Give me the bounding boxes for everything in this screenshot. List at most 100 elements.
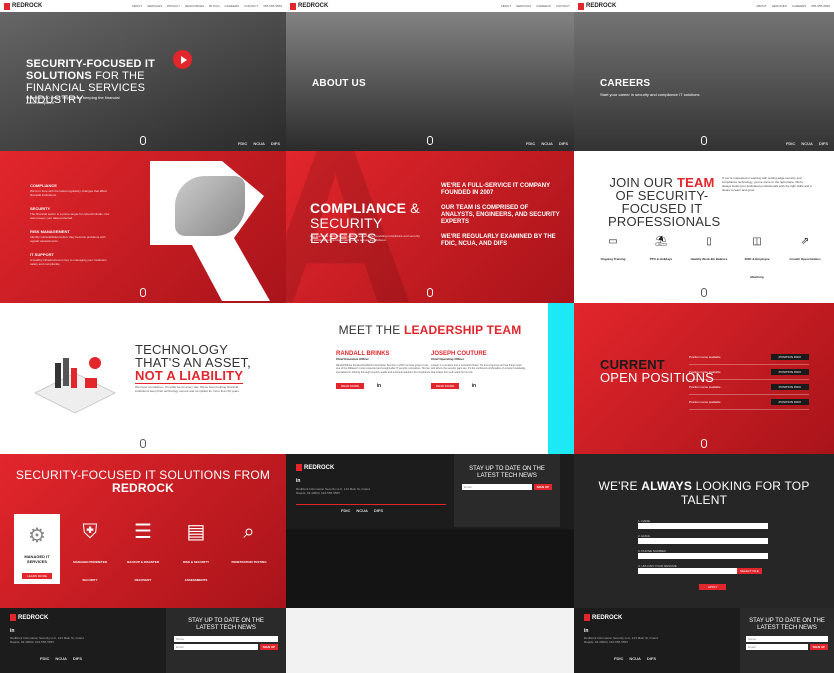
select-file-button[interactable]: SELECT FILE xyxy=(737,568,762,574)
signup-button[interactable]: SIGN UP xyxy=(533,484,552,490)
nav-services[interactable]: SERVICES xyxy=(147,4,162,8)
newsletter-form: Email SIGN UP xyxy=(746,644,828,650)
nav-contact[interactable]: CONTACT xyxy=(556,4,570,8)
scroll-mouse-icon[interactable] xyxy=(701,288,707,297)
nav-links: ABOUT SERVICES CAREERS 555-555-5555 xyxy=(756,4,830,8)
phone-input[interactable] xyxy=(638,553,768,559)
position-row: Position name available POSITION INFO xyxy=(689,350,809,365)
logo[interactable]: REDROCK xyxy=(4,2,42,10)
logo-mark-icon xyxy=(4,2,10,10)
position-name: Position name available xyxy=(689,370,721,374)
service-text: We're in tune with the latest regulatory… xyxy=(30,189,108,197)
learn-more-button[interactable]: LEARN MORE xyxy=(22,573,52,579)
nav-contact[interactable]: CONTACT xyxy=(244,4,258,8)
name-field[interactable]: Name xyxy=(174,636,278,642)
benefit-label: PTO & Holidays xyxy=(649,257,673,261)
position-info-button[interactable]: POSITION INFO xyxy=(770,384,809,390)
position-info-button[interactable]: POSITION INFO xyxy=(770,399,809,405)
footer-logo[interactable]: REDROCK xyxy=(584,614,622,621)
email-field[interactable]: Email xyxy=(174,644,258,650)
newsletter-form: Email SIGN UP xyxy=(174,644,278,650)
linkedin-icon[interactable]: in xyxy=(377,383,381,389)
signup-button[interactable]: SIGN UP xyxy=(259,644,278,650)
tech-title: TECHNOLOGY THAT'S AN ASSET, NOT A LIABILI… xyxy=(135,343,275,384)
title-part: LOOKING FOR TOP TALENT xyxy=(680,479,810,507)
nav-services[interactable]: SERVICES xyxy=(772,4,787,8)
compliance-section: A COMPLIANCE & SECURITY EXPERTS Our team … xyxy=(286,151,574,303)
about-hero: REDROCK ABOUT SERVICES CAREERS CONTACT ABOU… xyxy=(286,0,574,151)
shield-icon: ⛨ xyxy=(82,521,98,543)
linkedin-icon[interactable]: in xyxy=(296,478,300,484)
logo-text: REDROCK xyxy=(304,464,335,471)
beach-icon: ⛱ xyxy=(654,236,668,247)
name-input[interactable] xyxy=(638,523,768,529)
tech-section: TECHNOLOGY THAT'S AN ASSET, NOT A LIABILI… xyxy=(0,303,286,454)
logo[interactable]: REDROCK xyxy=(578,2,617,10)
scroll-mouse-icon[interactable] xyxy=(701,136,707,145)
nav-careers[interactable]: CAREERS xyxy=(225,4,240,8)
solution-card[interactable]: ☰ BACKUP & DISASTER RECOVERY xyxy=(120,514,166,586)
growth-icon: ⇗ xyxy=(800,236,810,247)
footer-home: REDROCK in RedRock Information Security … xyxy=(0,608,286,673)
email-field[interactable]: Email xyxy=(462,484,532,490)
service-title: RISK MANAGEMENT xyxy=(30,229,70,234)
email-input[interactable] xyxy=(638,538,768,544)
nav-about[interactable]: ABOUT xyxy=(756,4,766,8)
nav-links: ABOUT SERVICES PRIVACY RESOURCES BLOGS C… xyxy=(132,4,282,8)
scroll-mouse-icon[interactable] xyxy=(427,136,433,145)
logo-text: REDROCK xyxy=(298,3,329,9)
position-info-button[interactable]: POSITION INFO xyxy=(770,354,809,360)
apply-button[interactable]: APPLY xyxy=(699,584,727,590)
scroll-mouse-icon[interactable] xyxy=(427,288,433,297)
solution-card[interactable]: ⌕ PENETRATION TESTING xyxy=(226,514,272,586)
scroll-mouse-icon[interactable] xyxy=(140,439,146,448)
footer-bottom xyxy=(286,529,574,608)
scroll-mouse-icon[interactable] xyxy=(140,288,146,297)
nav-resources[interactable]: RESOURCES xyxy=(185,4,204,8)
linkedin-icon[interactable]: in xyxy=(584,628,588,634)
nav-blogs[interactable]: BLOGS xyxy=(209,4,219,8)
solution-card[interactable]: ▤ RISK & SECURITY ASSESSMENTS xyxy=(173,514,219,586)
nav-about[interactable]: ABOUT xyxy=(501,4,511,8)
resume-input[interactable] xyxy=(638,568,738,574)
page-title: ABOUT US xyxy=(312,78,366,89)
footer-logo[interactable]: REDROCK xyxy=(10,614,48,621)
play-video-button[interactable] xyxy=(173,50,192,69)
solution-label: MANAGED PERIMETER SECURITY xyxy=(73,560,107,582)
name-field[interactable]: Name xyxy=(746,636,828,642)
linkedin-icon[interactable]: in xyxy=(472,383,476,389)
email-field[interactable]: Email xyxy=(746,644,808,650)
signup-button[interactable]: SIGN UP xyxy=(809,644,828,650)
footer-logo[interactable]: REDROCK xyxy=(296,464,334,471)
leader-role: Chief Operating Officer xyxy=(431,357,465,361)
positions-list: Position name available POSITION INFO Pos… xyxy=(689,350,809,410)
read-more-button[interactable]: READ MORE xyxy=(336,383,365,390)
nav-careers[interactable]: CAREERS xyxy=(792,4,807,8)
title-part: LATEST TECH NEWS xyxy=(477,473,537,479)
phone-field: 3. PHONE NUMBER xyxy=(638,549,768,559)
logo[interactable]: REDROCK xyxy=(290,2,329,10)
nav-privacy[interactable]: PRIVACY xyxy=(167,4,180,8)
benefit-item: ◫ 401K & Employee Matching xyxy=(738,236,776,283)
nav-about[interactable]: ABOUT xyxy=(132,4,142,8)
nav-services[interactable]: SERVICES xyxy=(516,4,531,8)
footer-address: RedRock Information Security LLC, 123 Ma… xyxy=(10,636,84,644)
benefit-item: ▭ Ongoing Training xyxy=(594,236,632,283)
solution-card[interactable]: ⛨ MANAGED PERIMETER SECURITY xyxy=(67,514,113,586)
nav-phone[interactable]: 555-555-5555 xyxy=(263,4,282,8)
solution-label: PENETRATION TESTING xyxy=(231,560,267,564)
solution-card[interactable]: ⚙ MANAGED IT SERVICES LEARN MORE xyxy=(14,514,60,584)
logo-text: REDROCK xyxy=(586,3,617,9)
read-more-button[interactable]: READ MORE xyxy=(431,383,460,390)
title-part: OF SECURITY-FOCUSED IT PROFESSIONALS xyxy=(608,188,721,229)
newsletter-form: Name xyxy=(746,636,828,642)
linkedin-icon[interactable]: in xyxy=(10,628,14,634)
position-info-button[interactable]: POSITION INFO xyxy=(770,369,809,375)
scroll-mouse-icon[interactable] xyxy=(701,439,707,448)
nav-phone[interactable]: 555-555-5555 xyxy=(811,4,830,8)
nav-careers[interactable]: CAREERS xyxy=(536,4,551,8)
service-risk: RISK MANAGEMENT Identify vulnerabilities … xyxy=(30,229,110,243)
difs-logo: DIFS xyxy=(818,141,828,146)
scroll-mouse-icon[interactable] xyxy=(140,136,146,145)
join-section: JOIN OUR TEAM OF SECURITY-FOCUSED IT PRO… xyxy=(574,151,834,303)
